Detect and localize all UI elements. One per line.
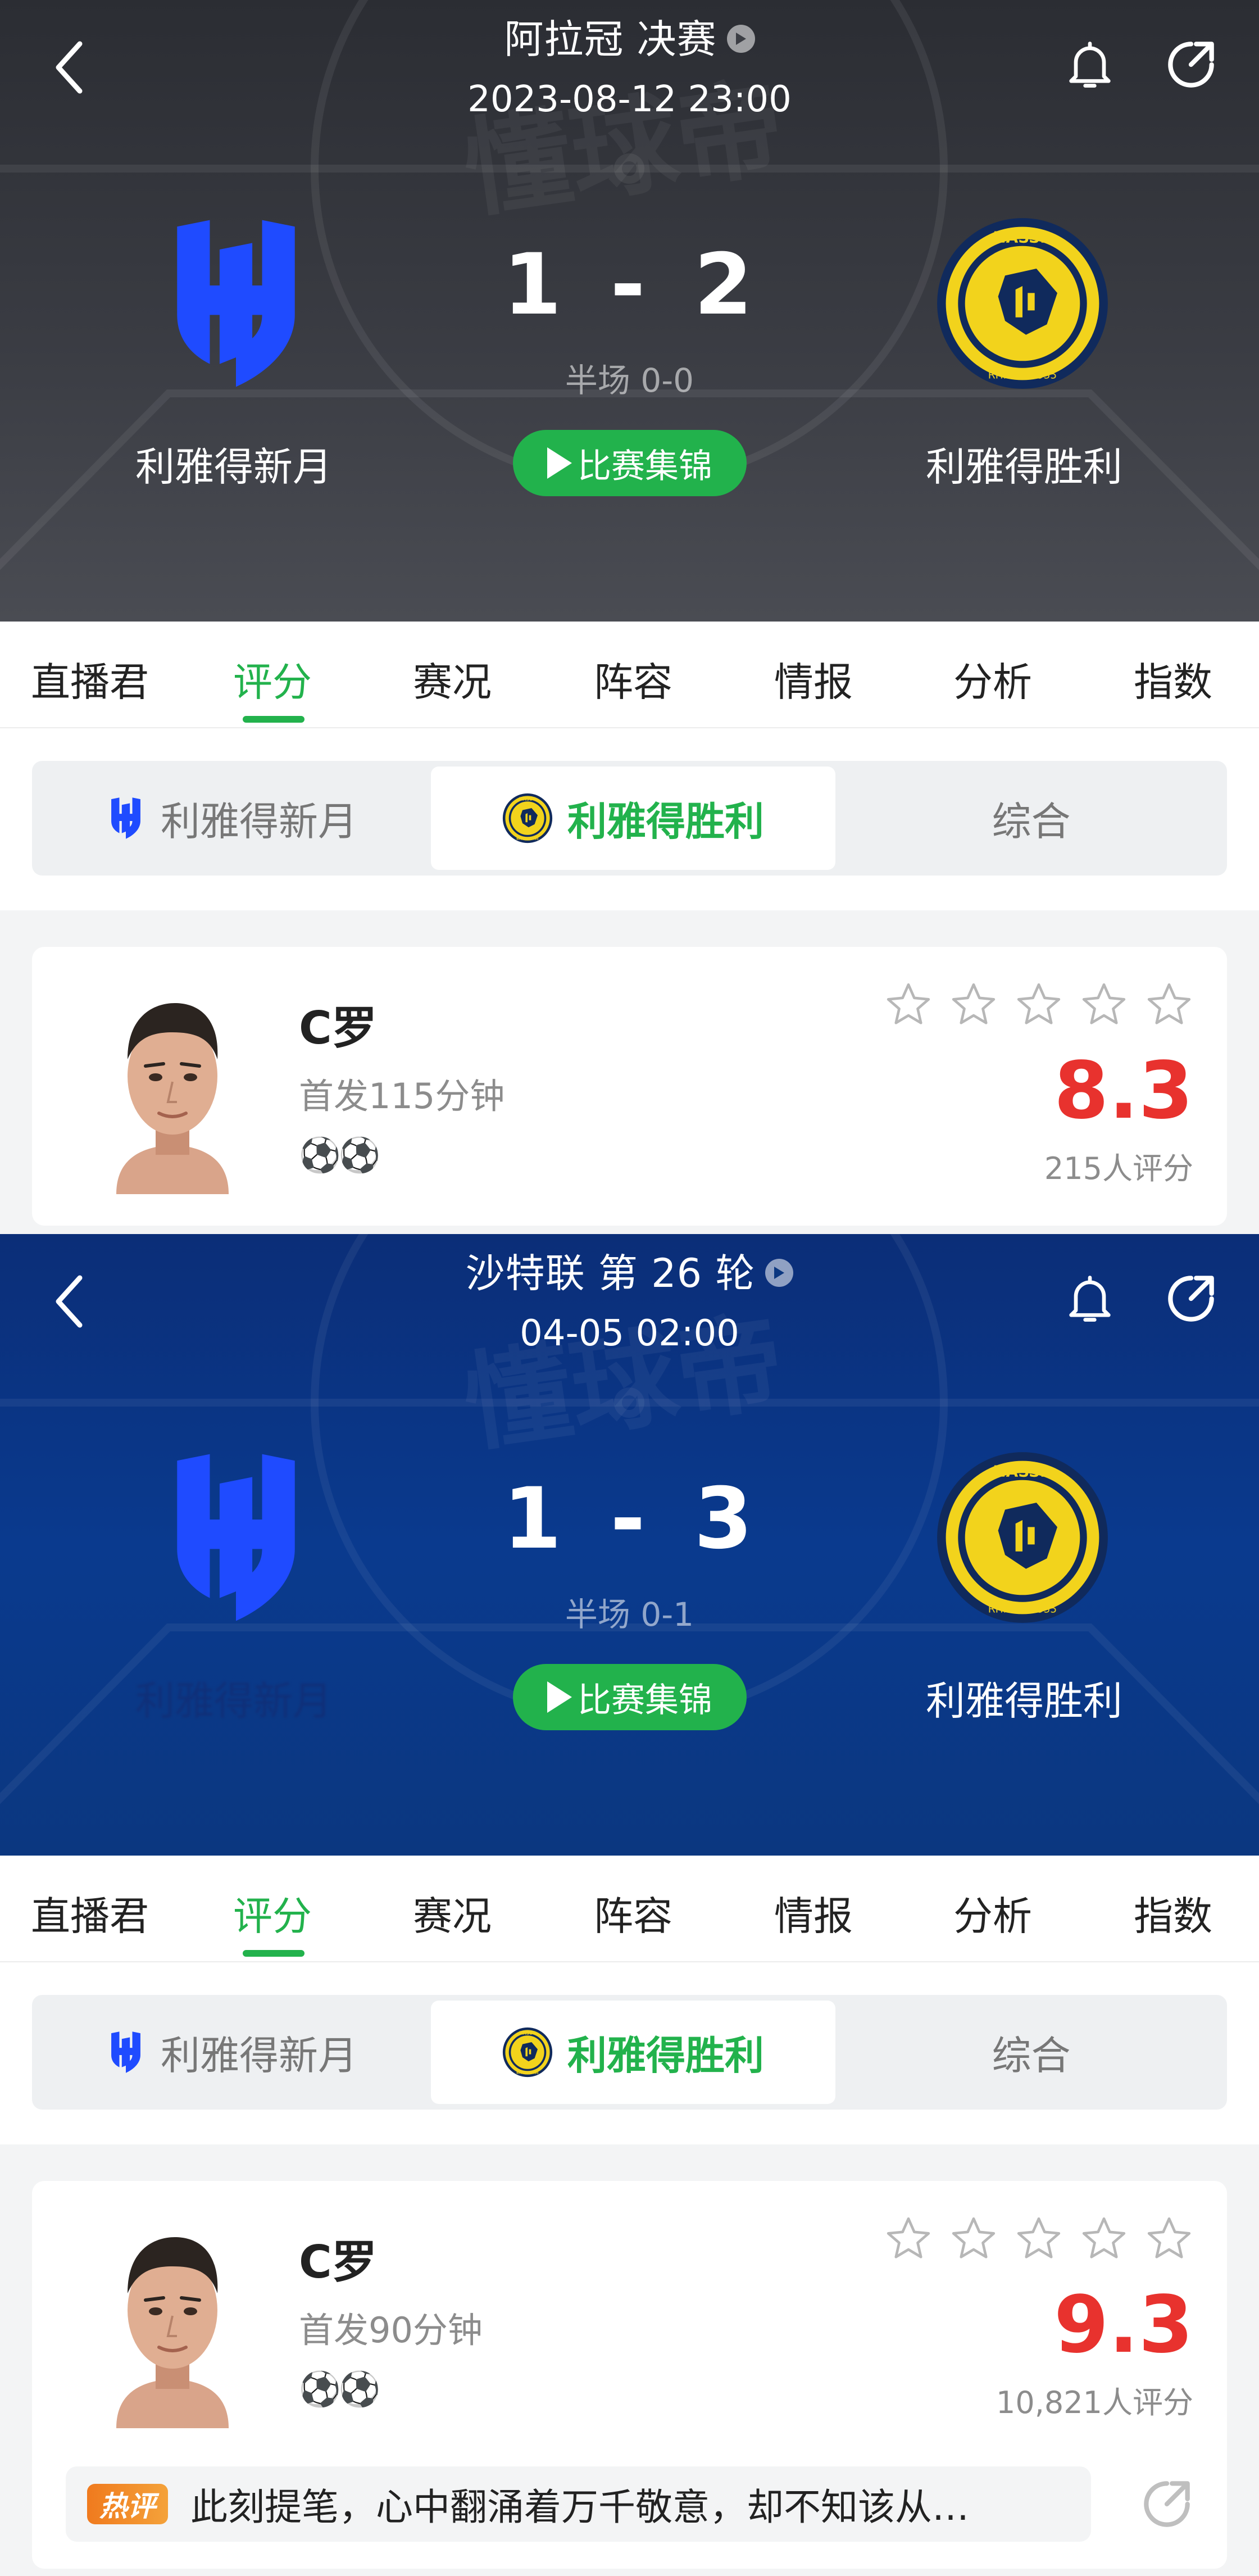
away-score: 2: [694, 236, 756, 334]
tab-events[interactable]: 赛况: [413, 1885, 492, 1942]
chevron-right-icon: [765, 1258, 794, 1287]
tab-lineup[interactable]: 阵容: [594, 1885, 672, 1942]
home-team-name[interactable]: 利雅得新月: [37, 436, 430, 492]
match-header: 懂球帝 阿拉冠 决赛 2023-08-12 23:00 利雅得新月 利雅得胜利 …: [0, 0, 1259, 622]
score-dash: -: [610, 236, 649, 334]
play-icon: [547, 447, 572, 479]
segment-away-label: 利雅得胜利: [567, 2032, 764, 2079]
player-rating: 9.3: [1053, 2279, 1193, 2371]
tab-bar: 直播君 评分 赛况 阵容 情报 分析 指数: [0, 622, 1259, 728]
segment-overall[interactable]: 综合: [841, 2001, 1221, 2104]
nassr-logo-icon: [502, 793, 553, 843]
tab-live[interactable]: 直播君: [31, 651, 149, 708]
player-avatar: [94, 981, 251, 1194]
player-minutes: 首发115分钟: [299, 1076, 505, 1117]
tab-analysis[interactable]: 分析: [953, 1885, 1032, 1942]
player-name: C罗: [299, 1002, 377, 1054]
bell-icon[interactable]: [1062, 34, 1118, 96]
tab-lineup[interactable]: 阵容: [594, 651, 672, 708]
share-icon[interactable]: [1136, 2473, 1198, 2535]
rating-count: 215人评分: [1044, 1151, 1193, 1186]
star-icon[interactable]: [1015, 981, 1063, 1029]
player-rating-card[interactable]: C罗 首发115分钟 ⚽⚽ 8.3 215人评分: [32, 947, 1227, 1226]
star-icon[interactable]: [949, 981, 998, 1029]
score-dash: -: [610, 1470, 649, 1568]
score: 1-3: [0, 1470, 1259, 1568]
tab-rating[interactable]: 评分: [233, 651, 312, 708]
segment-home-label: 利雅得新月: [161, 2032, 357, 2079]
tab-odds[interactable]: 指数: [1134, 1885, 1212, 1942]
league-label: 沙特联 第 26 轮: [465, 1250, 756, 1296]
player-rating: 8.3: [1053, 1045, 1193, 1137]
match-screen-1: 懂球帝 阿拉冠 决赛 2023-08-12 23:00 利雅得新月 利雅得胜利 …: [0, 0, 1259, 1234]
tab-indicator: [243, 1950, 304, 1957]
bell-icon[interactable]: [1062, 1268, 1118, 1330]
share-icon[interactable]: [1160, 34, 1222, 96]
away-team-name[interactable]: 利雅得胜利: [828, 436, 1221, 492]
tab-live[interactable]: 直播君: [31, 1885, 149, 1942]
hilal-logo-icon: [106, 795, 146, 841]
match-screen-2: 懂球帝 沙特联 第 26 轮 04-05 02:00 利雅得新月 利雅得胜利 1…: [0, 1234, 1259, 2576]
league-label: 阿拉冠 决赛: [504, 16, 717, 62]
share-icon[interactable]: [1160, 1268, 1222, 1330]
star-icon[interactable]: [884, 2215, 933, 2263]
team-segmented-control: 利雅得新月 利雅得胜利 综合: [32, 761, 1227, 876]
goals-icons: ⚽⚽: [299, 2370, 380, 2409]
team-segmented-control: 利雅得新月 利雅得胜利 综合: [32, 1995, 1227, 2110]
segment-home[interactable]: 利雅得新月: [38, 2001, 425, 2104]
play-icon: [547, 1681, 572, 1713]
hot-comment-badge: 热评: [87, 2484, 168, 2524]
highlights-label: 比赛集锦: [578, 1680, 712, 1720]
star-icon[interactable]: [884, 981, 933, 1029]
tab-rating[interactable]: 评分: [233, 1885, 312, 1942]
tab-bar: 直播君 评分 赛况 阵容 情报 分析 指数: [0, 1856, 1259, 1962]
home-team-name[interactable]: 利雅得新月: [37, 1670, 430, 1726]
team-switch-area: 利雅得新月 利雅得胜利 综合: [0, 1962, 1259, 2144]
away-score: 3: [694, 1470, 756, 1568]
highlights-button[interactable]: 比赛集锦: [513, 1664, 747, 1730]
segment-home-label: 利雅得新月: [161, 798, 357, 845]
hot-comment[interactable]: 热评 此刻提笔，心中翻涌着万千敬意，却不知该从…: [66, 2466, 1091, 2542]
star-icon[interactable]: [1080, 981, 1128, 1029]
player-name: C罗: [299, 2236, 377, 2288]
score: 1-2: [0, 236, 1259, 334]
highlights-label: 比赛集锦: [578, 446, 712, 486]
tab-analysis[interactable]: 分析: [953, 651, 1032, 708]
player-minutes: 首发90分钟: [299, 2310, 483, 2351]
rating-count: 10,821人评分: [996, 2385, 1193, 2420]
tab-indicator: [243, 716, 304, 723]
hilal-logo-icon: [106, 2029, 146, 2075]
star-icon[interactable]: [1015, 2215, 1063, 2263]
star-rating-input[interactable]: [884, 981, 1193, 1029]
segment-away-label: 利雅得胜利: [567, 798, 764, 845]
goals-icons: ⚽⚽: [299, 1136, 380, 1175]
segment-home[interactable]: 利雅得新月: [38, 767, 425, 870]
halftime-score: 半场 0-1: [565, 1595, 694, 1634]
star-icon[interactable]: [1145, 2215, 1193, 2263]
match-header: 懂球帝 沙特联 第 26 轮 04-05 02:00 利雅得新月 利雅得胜利 1…: [0, 1234, 1259, 1856]
segment-away[interactable]: 利雅得胜利: [431, 2001, 835, 2104]
tab-odds[interactable]: 指数: [1134, 651, 1212, 708]
tab-events[interactable]: 赛况: [413, 651, 492, 708]
nassr-logo-icon: [502, 2027, 553, 2078]
star-icon[interactable]: [1145, 981, 1193, 1029]
home-score: 1: [503, 1470, 565, 1568]
star-icon[interactable]: [949, 2215, 998, 2263]
star-rating-input[interactable]: [884, 2215, 1193, 2263]
tab-intel[interactable]: 情报: [774, 1885, 853, 1942]
segment-away[interactable]: 利雅得胜利: [431, 767, 835, 870]
star-icon[interactable]: [1080, 2215, 1128, 2263]
hot-comment-text: 此刻提笔，心中翻涌着万千敬意，却不知该从…: [190, 2486, 969, 2529]
away-team-name[interactable]: 利雅得胜利: [828, 1670, 1221, 1726]
highlights-button[interactable]: 比赛集锦: [513, 430, 747, 496]
halftime-score: 半场 0-0: [565, 361, 694, 400]
chevron-right-icon: [726, 24, 755, 53]
player-rating-card[interactable]: C罗 首发90分钟 ⚽⚽ 9.3 10,821人评分 热评 此刻提笔，心中翻涌着…: [32, 2181, 1227, 2569]
team-switch-area: 利雅得新月 利雅得胜利 综合: [0, 728, 1259, 910]
tab-intel[interactable]: 情报: [774, 651, 853, 708]
segment-overall[interactable]: 综合: [841, 767, 1221, 870]
player-avatar: [94, 2215, 251, 2428]
home-score: 1: [503, 236, 565, 334]
